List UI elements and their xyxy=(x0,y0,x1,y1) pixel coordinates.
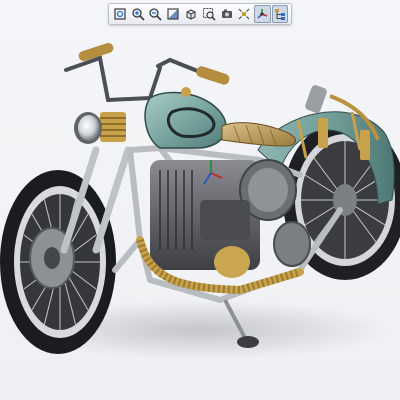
shaded-view-icon xyxy=(167,8,179,20)
zoom-fit-button[interactable] xyxy=(112,5,129,23)
spin-center-button[interactable] xyxy=(253,5,271,23)
explode-button[interactable] xyxy=(236,5,253,23)
model-tree-button[interactable] xyxy=(271,5,289,23)
named-views-button[interactable] xyxy=(183,5,200,23)
tail-pipe xyxy=(305,85,327,113)
camera-icon xyxy=(221,9,232,18)
zoom-out-button[interactable] xyxy=(147,5,164,23)
3d-viewport[interactable] xyxy=(0,0,400,400)
shaded-view-button[interactable] xyxy=(165,5,182,23)
motorcycle-model[interactable] xyxy=(0,0,400,400)
camera-button[interactable] xyxy=(218,5,235,23)
zoom-in-button[interactable] xyxy=(129,5,146,23)
fork-springs xyxy=(100,112,126,142)
zoom-in-icon xyxy=(132,8,145,21)
front-wheel[interactable] xyxy=(0,170,116,354)
zoom-window-icon xyxy=(202,8,216,21)
zoom-window-button[interactable] xyxy=(200,5,217,23)
zoom-out-icon xyxy=(149,8,163,21)
headlight[interactable] xyxy=(74,112,102,144)
model-tree-icon xyxy=(275,9,286,20)
right-grip xyxy=(196,66,230,85)
explode-icon xyxy=(239,8,250,20)
zoom-fit-icon xyxy=(114,8,126,20)
spin-center-icon xyxy=(257,9,268,19)
view-toolbar xyxy=(108,3,292,25)
named-views-icon xyxy=(186,9,196,20)
fuel-tank[interactable] xyxy=(144,87,227,149)
